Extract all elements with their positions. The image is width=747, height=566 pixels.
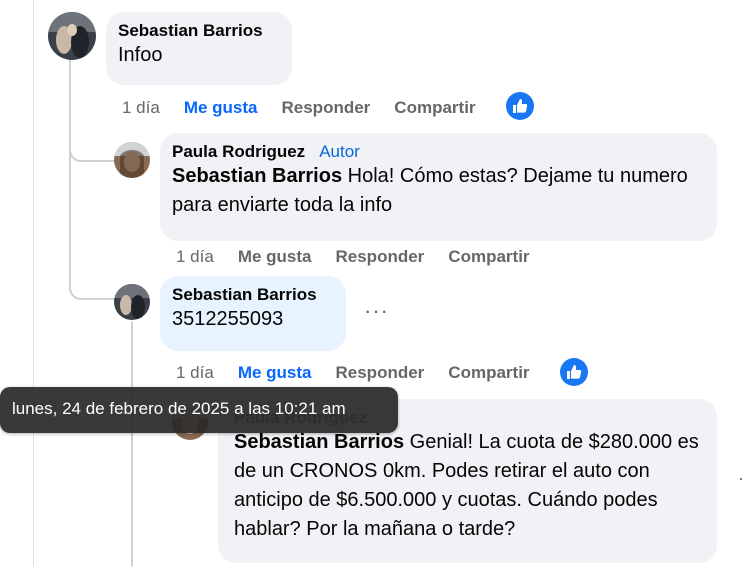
thread-elbow-1 — [69, 130, 115, 162]
avatar[interactable] — [114, 142, 150, 178]
like-button[interactable]: Me gusta — [238, 363, 312, 383]
comment-author[interactable]: Sebastian Barrios — [118, 20, 280, 41]
left-panel-edge — [0, 0, 34, 566]
comment-text: Sebastian Barrios Hola! Cómo estas? Deja… — [172, 162, 705, 220]
avatar[interactable] — [48, 12, 96, 60]
thread-elbow-2 — [69, 268, 115, 300]
share-button[interactable]: Compartir — [394, 98, 475, 118]
thumbs-up-icon[interactable] — [560, 358, 588, 386]
avatar[interactable] — [114, 284, 150, 320]
comment-author[interactable]: Sebastian Barrios — [172, 284, 334, 305]
comment-bubble: Sebastian Barrios 3512255093 — [160, 276, 346, 351]
comment-author-name[interactable]: Paula Rodriguez — [172, 142, 305, 161]
comment-time[interactable]: 1 día — [176, 247, 214, 267]
comment-time[interactable]: 1 día — [176, 363, 214, 383]
author-badge: Autor — [319, 142, 360, 161]
comment-text[interactable]: 3512255093 — [172, 305, 334, 334]
comment-bubble: Sebastian Barrios Infoo — [106, 12, 292, 85]
comment-text: Infoo — [118, 44, 163, 66]
more-options-icon[interactable]: · — [738, 468, 745, 489]
share-button[interactable]: Compartir — [448, 247, 529, 267]
thread-line-main — [69, 58, 71, 268]
like-button[interactable]: Me gusta — [184, 98, 258, 118]
thumbs-up-icon[interactable] — [506, 92, 534, 120]
comment-text: Sebastian Barrios Genial! La cuota de $2… — [234, 428, 705, 544]
share-button[interactable]: Compartir — [448, 363, 529, 383]
mention-link[interactable]: Sebastian Barrios — [172, 165, 342, 187]
reply-button[interactable]: Responder — [282, 98, 371, 118]
mention-link[interactable]: Sebastian Barrios — [234, 431, 404, 453]
thread-line-reply — [131, 322, 133, 566]
comment-actions: 1 día Me gusta Responder Compartir — [176, 363, 554, 383]
more-options-icon[interactable]: ··· — [364, 298, 389, 324]
like-button[interactable]: Me gusta — [238, 247, 312, 267]
reply-button[interactable]: Responder — [336, 363, 425, 383]
reply-button[interactable]: Responder — [336, 247, 425, 267]
comment-bubble: Paula Rodriguez Autor Sebastian Barrios H… — [160, 133, 717, 241]
comment-actions: 1 día Me gusta Responder Compartir — [176, 247, 554, 267]
comment-author: Paula Rodriguez Autor — [172, 141, 705, 162]
timestamp-tooltip: lunes, 24 de febrero de 2025 a las 10:21… — [0, 387, 398, 433]
comment-time[interactable]: 1 día — [122, 98, 160, 118]
comment-actions: 1 día Me gusta Responder Compartir — [122, 98, 500, 118]
